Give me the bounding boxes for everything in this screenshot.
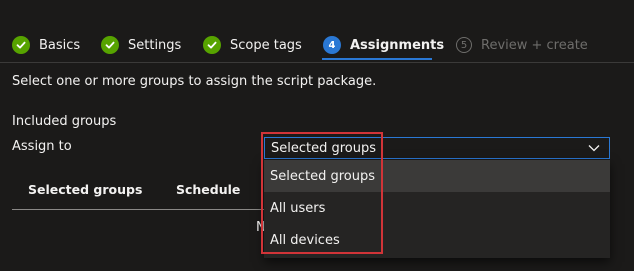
- checkmark-icon: [12, 36, 30, 54]
- step-number-icon: 5: [456, 37, 472, 53]
- tab-label: Basics: [39, 37, 81, 53]
- assign-to-dropdown[interactable]: Selected groups: [264, 137, 610, 159]
- column-header-selected-groups[interactable]: Selected groups: [28, 182, 142, 197]
- column-header-schedule[interactable]: Schedule: [176, 182, 240, 197]
- tab-label: Review + create: [481, 37, 588, 53]
- tab-scope-tags[interactable]: Scope tags: [203, 33, 302, 57]
- step-number-icon: 4: [323, 36, 341, 54]
- assign-to-label: Assign to: [12, 139, 72, 154]
- tab-label: Settings: [128, 37, 182, 53]
- tab-assignments[interactable]: 4 Assignments: [323, 33, 444, 57]
- tab-review-create[interactable]: 5 Review + create: [456, 33, 588, 57]
- chevron-down-icon: [588, 145, 600, 152]
- option-selected-groups[interactable]: Selected groups: [264, 160, 610, 192]
- checkmark-icon: [203, 36, 221, 54]
- section-title: Included groups: [12, 114, 117, 129]
- checkmark-icon: [101, 36, 119, 54]
- wizard-tabs: Basics Settings Scope tags 4 Assignments…: [0, 0, 634, 64]
- tab-label: Assignments: [350, 37, 445, 53]
- divider: [0, 62, 634, 63]
- active-tab-indicator: [322, 58, 432, 60]
- option-all-users[interactable]: All users: [264, 192, 610, 224]
- assign-to-options-list: Selected groups All users All devices: [264, 160, 610, 258]
- dropdown-value: Selected groups: [271, 140, 377, 156]
- option-all-devices[interactable]: All devices: [264, 224, 610, 256]
- page-description: Select one or more groups to assign the …: [12, 74, 377, 89]
- tab-label: Scope tags: [230, 37, 302, 53]
- table-header-divider: [12, 209, 264, 210]
- tab-basics[interactable]: Basics: [12, 33, 80, 57]
- tab-settings[interactable]: Settings: [101, 33, 181, 57]
